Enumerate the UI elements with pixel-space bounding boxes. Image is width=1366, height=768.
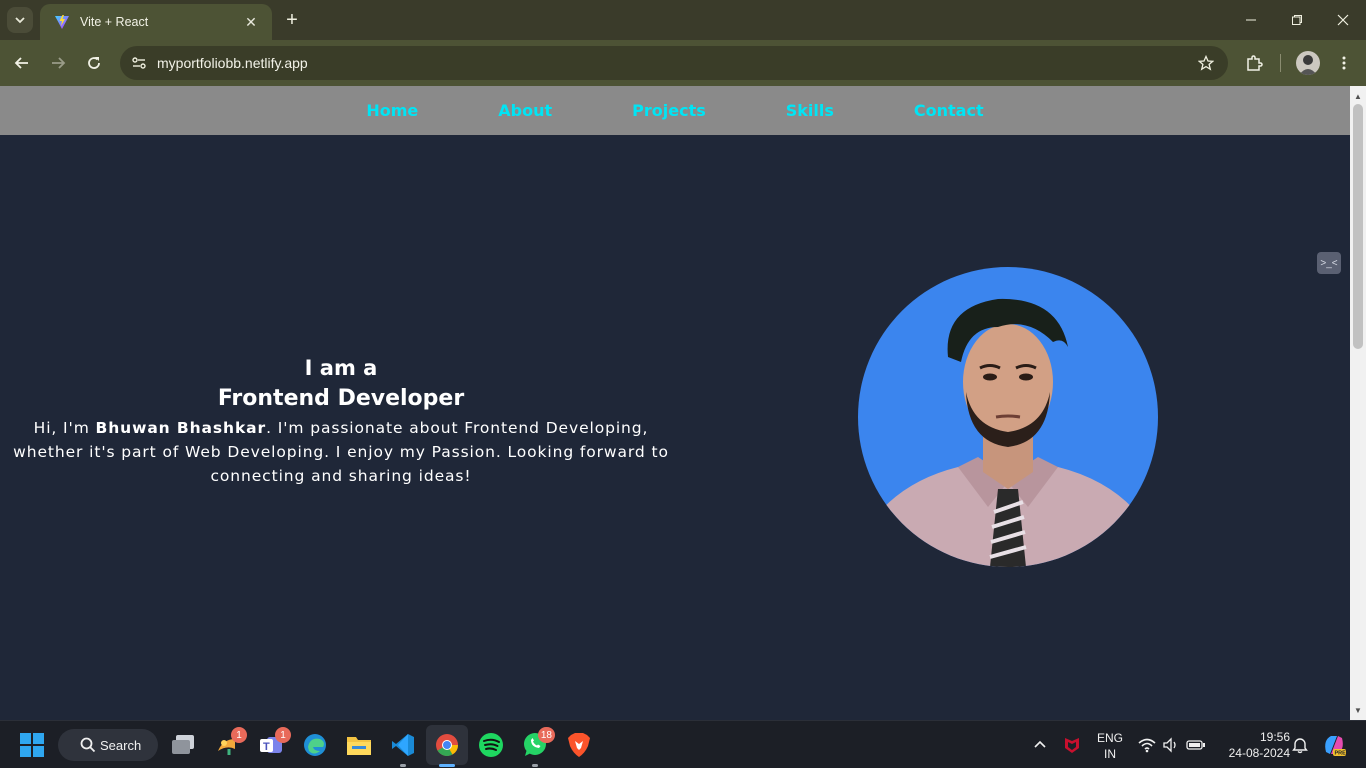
whatsapp-app[interactable]: 18 [519, 727, 555, 767]
hero-bio: Hi, I'm Bhuwan Bhashkar. I'm passionate … [6, 416, 676, 488]
volume-icon [1163, 737, 1176, 753]
browser-tab[interactable]: Vite + React ✕ [40, 4, 272, 40]
close-tab-icon[interactable]: ✕ [242, 13, 260, 31]
show-hidden-icons-button[interactable] [1024, 729, 1056, 761]
tab-search-button[interactable] [7, 7, 33, 33]
teams-badge: 1 [275, 727, 291, 743]
forward-button[interactable] [44, 49, 72, 77]
svg-text:PRE: PRE [1335, 751, 1347, 757]
battery-icon [1186, 740, 1205, 750]
clock[interactable]: 19:56 24-08-2024 [1214, 729, 1290, 761]
brave-app[interactable] [563, 729, 595, 761]
lang-line-1: ENG [1096, 731, 1123, 745]
copilot-button[interactable]: PRE [1318, 729, 1350, 761]
running-indicator [400, 764, 406, 767]
close-window-button[interactable] [1320, 0, 1366, 40]
widgets-badge: 1 [231, 727, 247, 743]
chevron-up-icon [1034, 740, 1046, 748]
arrow-right-icon [52, 57, 66, 69]
bookmark-star-icon[interactable] [1196, 53, 1216, 73]
reload-icon [88, 57, 100, 69]
search-icon [80, 737, 96, 753]
vscode-icon [392, 734, 414, 756]
hero-role: Frontend Developer [217, 386, 465, 411]
extension-overlay-badge[interactable]: >_< [1317, 252, 1341, 274]
close-icon [1337, 14, 1349, 26]
edge-app[interactable] [299, 729, 331, 761]
restore-button[interactable] [1274, 0, 1320, 40]
language-indicator[interactable]: ENG IN [1094, 730, 1126, 762]
extensions-button[interactable] [1240, 49, 1268, 77]
chrome-app[interactable] [431, 729, 463, 767]
clock-date: 24-08-2024 [1228, 746, 1290, 760]
tab-strip: Vite + React ✕ + [0, 0, 1366, 40]
address-bar[interactable]: myportfoliobb.netlify.app [120, 46, 1228, 80]
site-navbar: Home About Projects Skills Contact [0, 86, 1350, 135]
spotify-icon [479, 733, 503, 757]
url-text[interactable]: myportfoliobb.netlify.app [157, 55, 308, 71]
mcafee-shield-icon [1065, 738, 1079, 753]
whatsapp-badge: 18 [537, 727, 555, 743]
taskbar-search[interactable]: Search [58, 729, 158, 761]
menu-button[interactable] [1330, 49, 1358, 77]
puzzle-icon [1247, 55, 1263, 71]
nav-skills[interactable]: Skills [786, 101, 834, 120]
nav-about[interactable]: About [498, 101, 552, 120]
restore-icon [1292, 15, 1302, 25]
wifi-icon [1138, 738, 1156, 753]
notifications-button[interactable] [1284, 729, 1316, 761]
chevron-down-icon [15, 17, 25, 24]
quick-settings[interactable] [1132, 729, 1212, 761]
more-vertical-icon [1342, 56, 1346, 70]
scroll-up-arrow-icon[interactable]: ▲ [1350, 88, 1366, 104]
folder-icon [347, 737, 371, 755]
windows-taskbar: Search 1 T 1 18 ENG IN 19:56 24-08-2024 … [0, 720, 1366, 768]
vite-favicon-icon [55, 15, 69, 29]
copilot-icon: PRE [1325, 736, 1347, 757]
nav-home[interactable]: Home [366, 101, 418, 120]
minimize-icon [1246, 19, 1256, 21]
mcafee-tray[interactable] [1056, 729, 1088, 761]
back-button[interactable] [8, 49, 36, 77]
brave-lion-icon [568, 733, 590, 757]
page-viewport: Home About Projects Skills Contact I am … [0, 86, 1350, 720]
browser-toolbar: myportfoliobb.netlify.app [0, 40, 1366, 86]
reload-button[interactable] [80, 49, 108, 77]
arrow-left-icon [14, 57, 28, 69]
tab-title: Vite + React [80, 15, 149, 29]
clock-time: 19:56 [1259, 730, 1290, 744]
site-info-icon[interactable] [126, 50, 152, 76]
edge-icon [304, 734, 326, 756]
profile-photo [858, 267, 1158, 567]
windows-logo-icon [20, 733, 44, 757]
profile-avatar[interactable] [1296, 51, 1320, 75]
search-label: Search [100, 737, 142, 753]
scroll-down-arrow-icon[interactable]: ▼ [1350, 702, 1366, 718]
minimize-button[interactable] [1228, 0, 1274, 40]
svg-text:T: T [263, 741, 270, 753]
widgets-button[interactable]: 1 [211, 727, 247, 761]
nav-contact[interactable]: Contact [914, 101, 984, 120]
teams-app[interactable]: T 1 [255, 727, 291, 761]
task-view-button[interactable] [167, 729, 199, 761]
task-view-icon [172, 735, 194, 754]
lang-line-2: IN [1104, 747, 1116, 761]
start-button[interactable] [16, 729, 48, 761]
toolbar-divider [1280, 54, 1281, 72]
active-indicator [439, 764, 455, 767]
new-tab-button[interactable]: + [280, 8, 304, 32]
hero-intro: I am a [304, 356, 378, 380]
scrollbar-thumb[interactable] [1353, 104, 1363, 349]
spotify-app[interactable] [475, 729, 507, 761]
page-scrollbar[interactable]: ▲ ▼ [1350, 86, 1366, 720]
vscode-app[interactable] [387, 729, 419, 767]
running-indicator [532, 764, 538, 767]
file-explorer-app[interactable] [343, 729, 375, 761]
bio-prefix: Hi, I'm [33, 419, 96, 437]
bell-icon [1292, 738, 1308, 754]
hero-section: I am a Frontend Developer Hi, I'm Bhuwan… [0, 354, 682, 488]
hero-name: Bhuwan Bhashkar [95, 419, 267, 437]
chrome-icon [436, 734, 458, 756]
nav-projects[interactable]: Projects [632, 101, 706, 120]
